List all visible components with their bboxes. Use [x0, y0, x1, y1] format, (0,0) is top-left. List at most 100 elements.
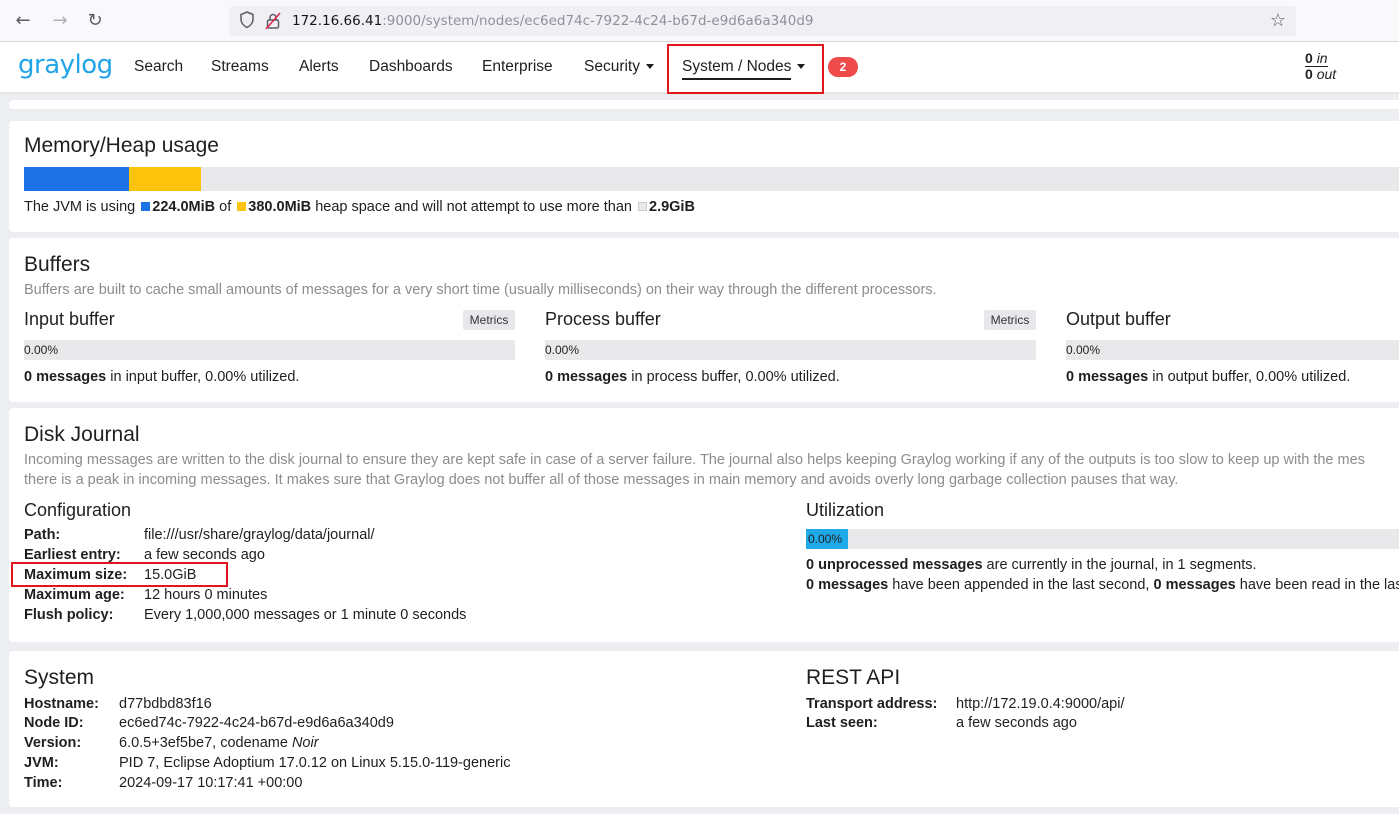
throughput-out-value: 0	[1305, 66, 1313, 82]
process-buffer-summary: 0 messages in process buffer, 0.00% util…	[545, 369, 840, 385]
input-buffer-count: 0 messages	[24, 369, 107, 385]
back-icon[interactable]: ←	[11, 9, 35, 33]
rest-api-title: REST API	[806, 666, 901, 689]
nav-security-label: Security	[584, 58, 640, 75]
throughput-out: 0 out	[1305, 67, 1336, 82]
journal-utilization-fill: 0.00%	[806, 529, 848, 549]
url-path: :9000/system/nodes/ec6ed74c-7922-4c24-b6…	[382, 13, 814, 29]
config-key: Earliest entry:	[24, 547, 121, 563]
nav-enterprise[interactable]: Enterprise	[482, 58, 553, 76]
unprocessed-rest: are currently in the journal, in 1 segme…	[986, 557, 1257, 573]
heap-usage-bar	[24, 167, 1399, 191]
throughput-counter[interactable]: 0 in 0 out	[1305, 51, 1336, 82]
process-buffer-title: Process buffer	[545, 309, 661, 329]
system-key: Node ID:	[24, 715, 84, 731]
buffers-description: Buffers are built to cache small amounts…	[24, 282, 937, 298]
heap-middle-text: heap space and will not attempt to use m…	[315, 199, 632, 215]
heap-summary: The JVM is using 224.0MiB of 380.0MiB he…	[24, 199, 695, 215]
nav-alerts[interactable]: Alerts	[299, 58, 339, 76]
system-key: Time:	[24, 775, 63, 791]
forward-icon[interactable]: →	[48, 9, 72, 33]
config-key-highlighted: Maximum size:	[24, 567, 128, 583]
read-text: have been read in the las	[1239, 577, 1399, 593]
system-title: System	[24, 666, 95, 689]
config-key: Path:	[24, 527, 61, 543]
system-value: 2024-09-17 10:17:41 +00:00	[119, 775, 303, 791]
config-value-highlighted: 15.0GiB	[144, 567, 197, 583]
output-buffer-bar: 0.00%	[1066, 340, 1399, 360]
notification-badge[interactable]: 2	[828, 57, 858, 77]
highlight-box	[667, 44, 824, 94]
output-buffer-title: Output buffer	[1066, 309, 1171, 329]
input-buffer-rest: in input buffer, 0.00% utilized.	[110, 369, 300, 385]
rest-key: Transport address:	[806, 696, 938, 712]
output-buffer-rest: in output buffer, 0.00% utilized.	[1152, 369, 1351, 385]
bookmark-star-icon[interactable]: ☆	[1266, 9, 1290, 33]
journal-util-line2: 0 messages have been appended in the las…	[806, 577, 1399, 593]
input-buffer-summary: 0 messages in input buffer, 0.00% utiliz…	[24, 369, 299, 385]
journal-description-line2: there is a peak in incoming messages. It…	[24, 472, 1179, 488]
committed-legend-icon	[237, 202, 247, 211]
input-buffer-title: Input buffer	[24, 309, 115, 329]
appended-count: 0 messages	[806, 577, 889, 593]
journal-util-line1: 0 unprocessed messages are currently in …	[806, 557, 1257, 573]
memory-panel: Memory/Heap usage The JVM is using 224.0…	[9, 121, 1399, 232]
appended-text: have been appended in the last second,	[892, 577, 1150, 593]
input-buffer-bar: 0.00%	[24, 340, 515, 360]
browser-toolbar: ← → ↻ 172.16.66.41:9000/system/nodes/ec6…	[0, 0, 1399, 42]
throughput-out-label: out	[1316, 66, 1337, 82]
system-panel: System Hostname: d77bdbd83f16 Node ID: e…	[9, 651, 1399, 807]
reload-icon[interactable]: ↻	[83, 9, 107, 33]
process-buffer-bar: 0.00%	[545, 340, 1036, 360]
read-count: 0 messages	[1153, 577, 1236, 593]
config-key: Maximum age:	[24, 587, 125, 603]
nav-dashboards[interactable]: Dashboards	[369, 58, 453, 76]
output-buffer-count: 0 messages	[1066, 369, 1149, 385]
process-buffer-rest: in process buffer, 0.00% utilized.	[631, 369, 840, 385]
insecure-lock-icon[interactable]	[265, 12, 281, 30]
system-key: Version:	[24, 735, 82, 751]
max-legend-icon	[638, 202, 647, 211]
throughput-in-value: 0	[1305, 50, 1313, 66]
nav-streams[interactable]: Streams	[211, 58, 269, 76]
journal-panel: Disk Journal Incoming messages are writt…	[9, 408, 1399, 642]
heap-committed-fill	[129, 167, 201, 191]
journal-description-line1: Incoming messages are written to the dis…	[24, 452, 1365, 468]
input-metrics-button[interactable]: Metrics	[463, 310, 515, 330]
graylog-logo[interactable]: graylog	[18, 50, 113, 80]
config-key: Flush policy:	[24, 607, 114, 623]
process-buffer-count: 0 messages	[545, 369, 628, 385]
journal-utilization-bar: 0.00%	[806, 529, 1399, 549]
system-value: 6.0.5+3ef5be7, codename Noir	[119, 735, 319, 751]
panel-previous	[9, 100, 1399, 109]
url-text[interactable]: 172.16.66.41:9000/system/nodes/ec6ed74c-…	[292, 13, 814, 29]
nav-search[interactable]: Search	[134, 58, 183, 76]
rest-value: a few seconds ago	[956, 715, 1077, 731]
buffers-title: Buffers	[24, 253, 91, 276]
heap-used-value: 224.0MiB	[152, 199, 216, 215]
caret-down-icon	[646, 64, 654, 70]
process-metrics-button[interactable]: Metrics	[984, 310, 1036, 330]
throughput-in: 0 in	[1305, 51, 1328, 67]
rest-value: http://172.19.0.4:9000/api/	[956, 696, 1125, 712]
config-value: file:///usr/share/graylog/data/journal/	[144, 527, 375, 543]
system-value: d77bdbd83f16	[119, 696, 212, 712]
system-key: Hostname:	[24, 696, 99, 712]
configuration-title: Configuration	[24, 500, 132, 520]
address-bar[interactable]: 172.16.66.41:9000/system/nodes/ec6ed74c-…	[229, 6, 1296, 36]
url-host: 172.16.66.41	[292, 13, 383, 29]
heap-max-value: 2.9GiB	[649, 199, 695, 215]
version-codename: Noir	[291, 735, 319, 751]
system-key: JVM:	[24, 755, 59, 771]
config-value: a few seconds ago	[144, 547, 265, 563]
throughput-in-label: in	[1316, 50, 1328, 66]
system-value: ec6ed74c-7922-4c24-b67d-e9d6a6a340d9	[119, 715, 394, 731]
shield-icon[interactable]	[239, 11, 255, 29]
heap-prefix: The JVM is using	[24, 199, 136, 215]
output-buffer-summary: 0 messages in output buffer, 0.00% utili…	[1066, 369, 1350, 385]
rest-key: Last seen:	[806, 715, 878, 731]
memory-title: Memory/Heap usage	[24, 134, 219, 157]
heap-committed-value: 380.0MiB	[248, 199, 312, 215]
unprocessed-count: 0 unprocessed messages	[806, 557, 983, 573]
nav-security-dropdown[interactable]: Security	[584, 58, 654, 76]
